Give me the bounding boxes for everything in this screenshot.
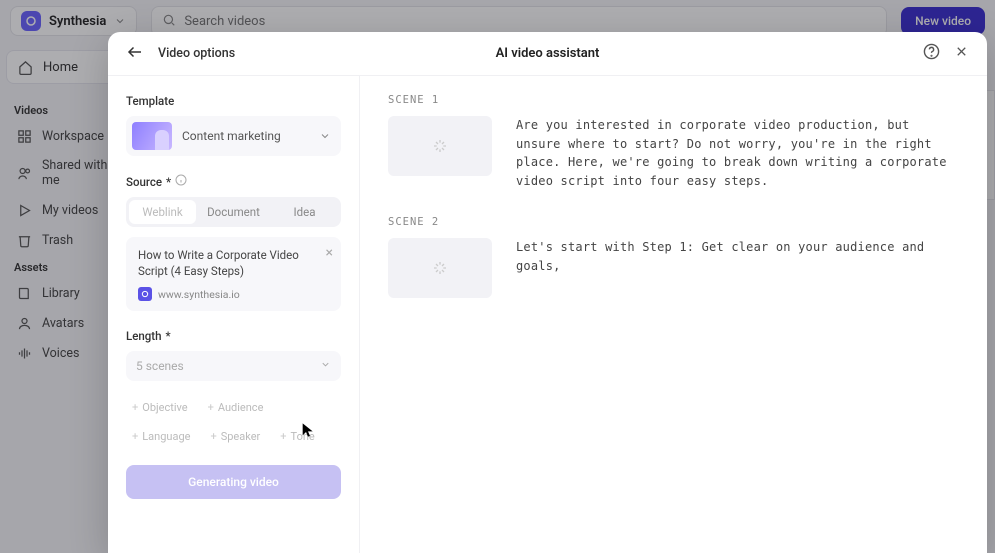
help-icon[interactable] bbox=[923, 43, 940, 64]
chip-tone[interactable]: +Tone bbox=[274, 426, 320, 447]
modal-header: Video options AI video assistant bbox=[108, 32, 987, 76]
plus-icon: + bbox=[210, 430, 216, 443]
video-options-label: Video options bbox=[158, 46, 235, 61]
source-card: How to Write a Corporate Video Script (4… bbox=[126, 237, 341, 311]
sparkle-icon bbox=[432, 260, 448, 276]
scene-label: SCENE 1 bbox=[388, 94, 959, 106]
chip-objective[interactable]: +Objective bbox=[126, 397, 194, 418]
template-thumb-icon bbox=[132, 122, 172, 150]
plus-icon: + bbox=[132, 430, 138, 443]
length-value: 5 scenes bbox=[136, 359, 184, 373]
generate-button[interactable]: Generating video bbox=[126, 465, 341, 499]
tab-document[interactable]: Document bbox=[200, 200, 267, 224]
plus-icon: + bbox=[208, 401, 214, 414]
favicon-icon bbox=[138, 287, 152, 301]
left-panel: Template Content marketing Source* Webli… bbox=[108, 76, 360, 553]
scene-thumb[interactable] bbox=[388, 116, 492, 176]
plus-icon: + bbox=[132, 401, 138, 414]
chevron-down-icon bbox=[319, 127, 331, 146]
source-title: How to Write a Corporate Video Script (4… bbox=[138, 247, 329, 279]
modal-title: AI video assistant bbox=[496, 46, 600, 61]
chip-audience[interactable]: +Audience bbox=[202, 397, 270, 418]
option-chips: +Objective +Audience +Language +Speaker … bbox=[126, 397, 341, 447]
length-select[interactable]: 5 scenes bbox=[126, 351, 341, 381]
chevron-down-icon bbox=[320, 359, 331, 373]
scene-row: Let's start with Step 1: Get clear on yo… bbox=[388, 238, 959, 298]
scene-label: SCENE 2 bbox=[388, 216, 959, 228]
source-tabs: Weblink Document Idea bbox=[126, 197, 341, 227]
ai-assistant-modal: Video options AI video assistant Templat… bbox=[108, 32, 987, 553]
source-label: Source* bbox=[126, 174, 341, 189]
remove-source-icon[interactable]: × bbox=[326, 245, 333, 261]
template-name: Content marketing bbox=[182, 129, 309, 143]
right-panel: SCENE 1 Are you interested in corporate … bbox=[360, 76, 987, 553]
chip-language[interactable]: +Language bbox=[126, 426, 196, 447]
template-label: Template bbox=[126, 94, 341, 108]
tab-idea[interactable]: Idea bbox=[271, 200, 338, 224]
back-arrow-icon[interactable] bbox=[126, 43, 144, 65]
length-label: Length* bbox=[126, 329, 341, 343]
close-icon[interactable] bbox=[954, 44, 969, 63]
scene-text[interactable]: Let's start with Step 1: Get clear on yo… bbox=[516, 238, 959, 275]
scene-text[interactable]: Are you interested in corporate video pr… bbox=[516, 116, 959, 190]
tab-weblink[interactable]: Weblink bbox=[129, 200, 196, 224]
info-icon[interactable] bbox=[175, 174, 187, 189]
source-domain-row: www.synthesia.io bbox=[138, 287, 329, 301]
source-domain: www.synthesia.io bbox=[158, 288, 240, 301]
chip-speaker[interactable]: +Speaker bbox=[204, 426, 266, 447]
scene-row: Are you interested in corporate video pr… bbox=[388, 116, 959, 190]
sparkle-icon bbox=[432, 138, 448, 154]
scene-thumb[interactable] bbox=[388, 238, 492, 298]
template-select[interactable]: Content marketing bbox=[126, 116, 341, 156]
plus-icon: + bbox=[280, 430, 286, 443]
